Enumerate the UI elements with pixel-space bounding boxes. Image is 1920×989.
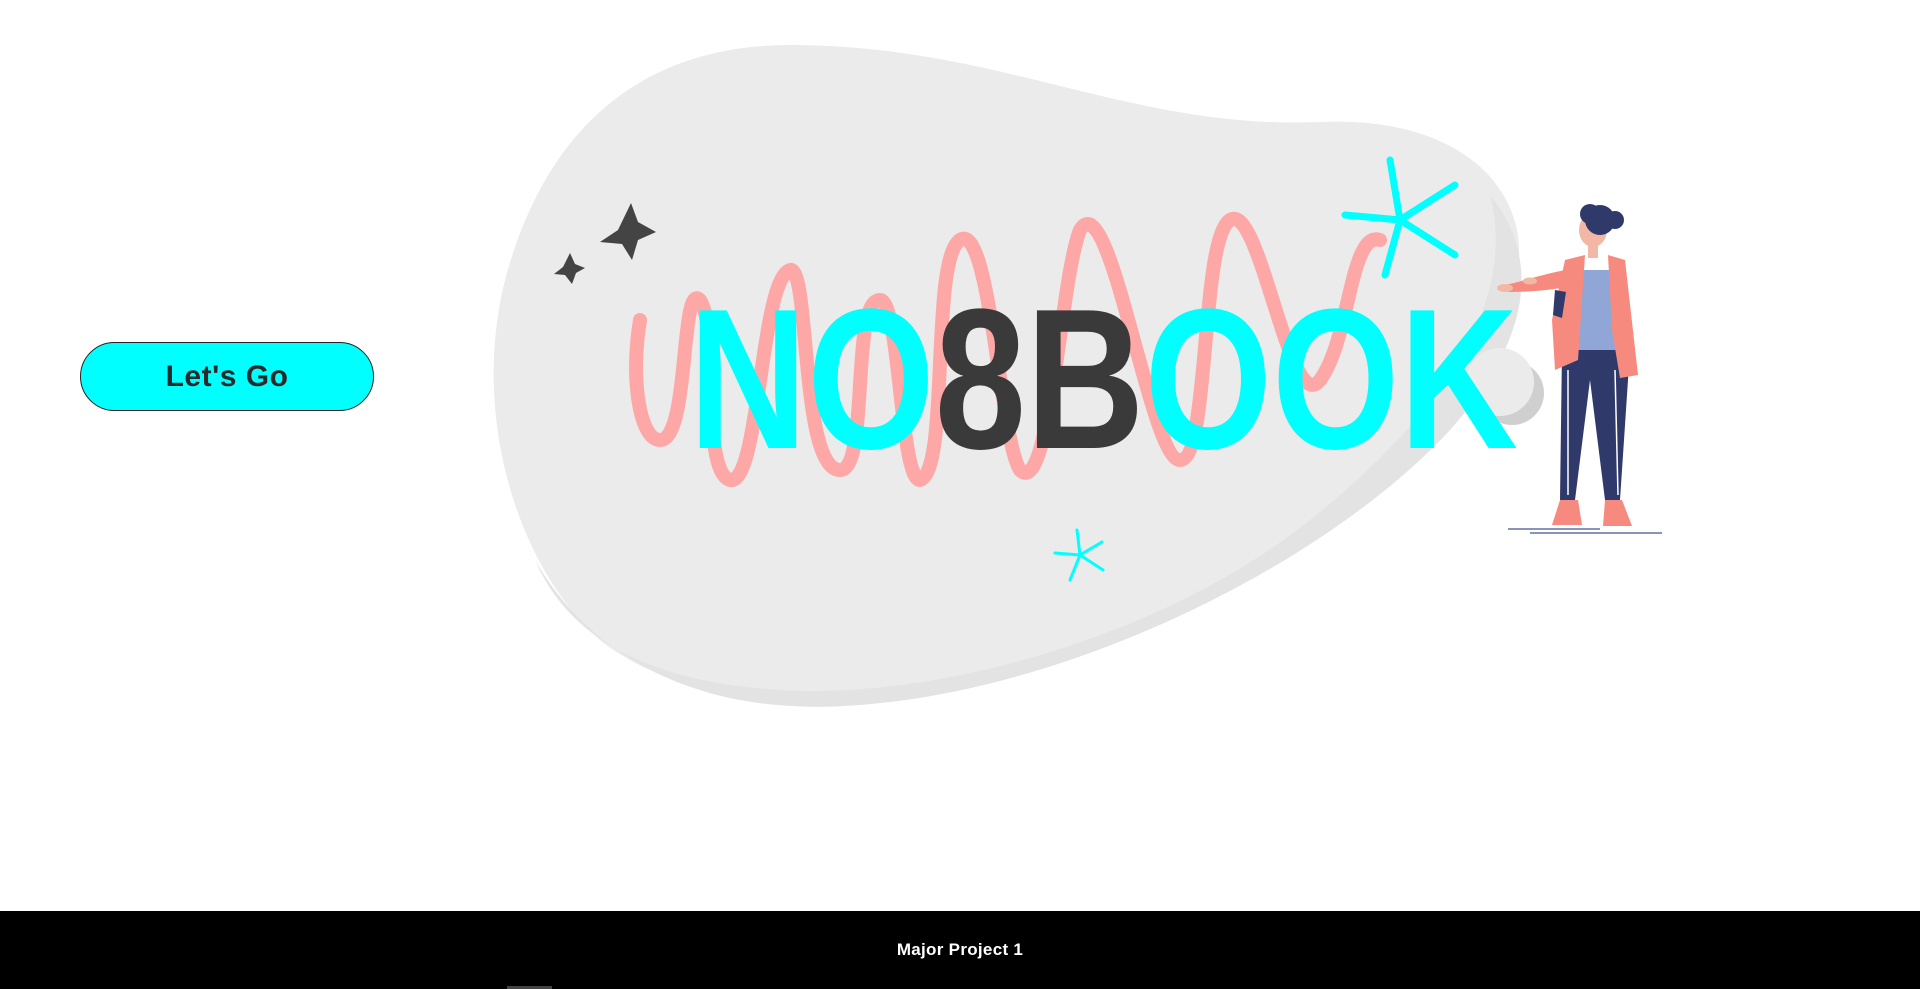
footer: Major Project 1: [0, 911, 1920, 989]
hero-illustration: NO8BOOK: [493, 45, 1662, 707]
footer-text: Major Project 1: [896, 940, 1024, 959]
logo-part-start: NO: [689, 266, 935, 490]
logo-part-end: OOK: [1144, 266, 1518, 490]
landing-page: NO8BOOK Let's Go Major Project 1: [0, 0, 1920, 989]
lets-go-button[interactable]: Let's Go: [80, 342, 374, 411]
logo-part-mid: 8B: [935, 266, 1145, 490]
app-logo: NO8BOOK: [689, 266, 1518, 490]
